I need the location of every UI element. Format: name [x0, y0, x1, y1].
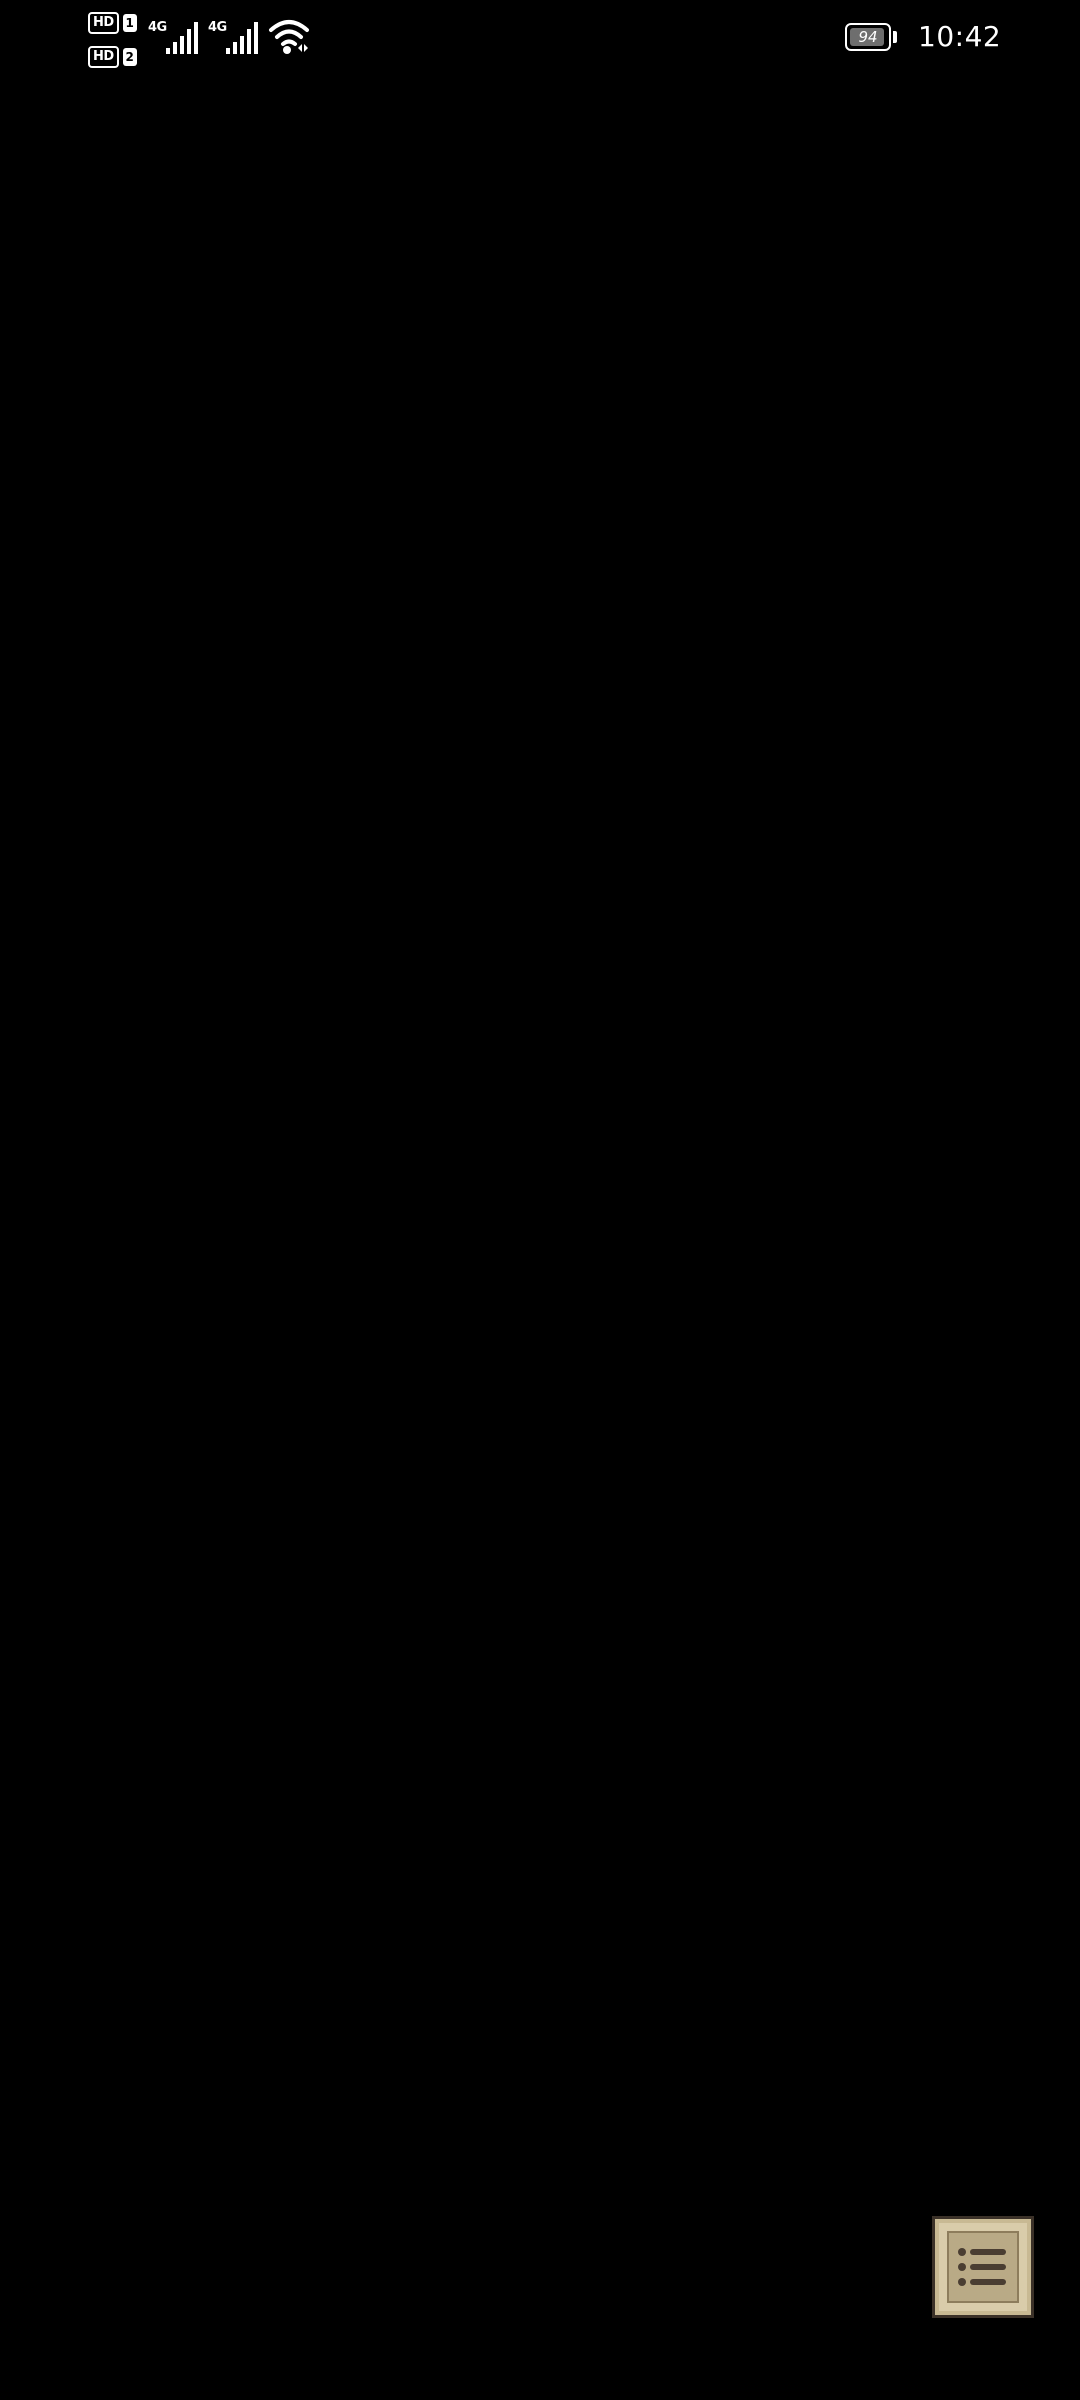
sim-slot-number: 2: [122, 48, 137, 66]
cellular-signal-icon: [166, 22, 198, 54]
battery-percentage: 94: [858, 28, 878, 46]
sim2-indicator: HD 2: [88, 46, 137, 68]
sim1-indicator: HD 1: [88, 12, 137, 34]
hd-badge: HD: [88, 46, 119, 68]
app-screen: HD 1 HD 2 4G 4G 94 10:42: [0, 0, 1080, 2400]
hd-badge: HD: [88, 12, 119, 34]
battery-tip: [893, 31, 897, 43]
sim-slot-number: 1: [122, 14, 137, 32]
cellular-signal-icon: [226, 22, 258, 54]
wifi-icon: [269, 20, 309, 54]
status-clock: 10:42: [918, 20, 1002, 53]
status-bar: HD 1 HD 2 4G 4G 94 10:42: [0, 0, 1080, 80]
menu-button[interactable]: [932, 2216, 1034, 2318]
battery-icon: 94: [845, 23, 901, 55]
list-menu-icon: [958, 2248, 1006, 2286]
sim-indicators: HD 1 HD 2: [88, 12, 140, 70]
